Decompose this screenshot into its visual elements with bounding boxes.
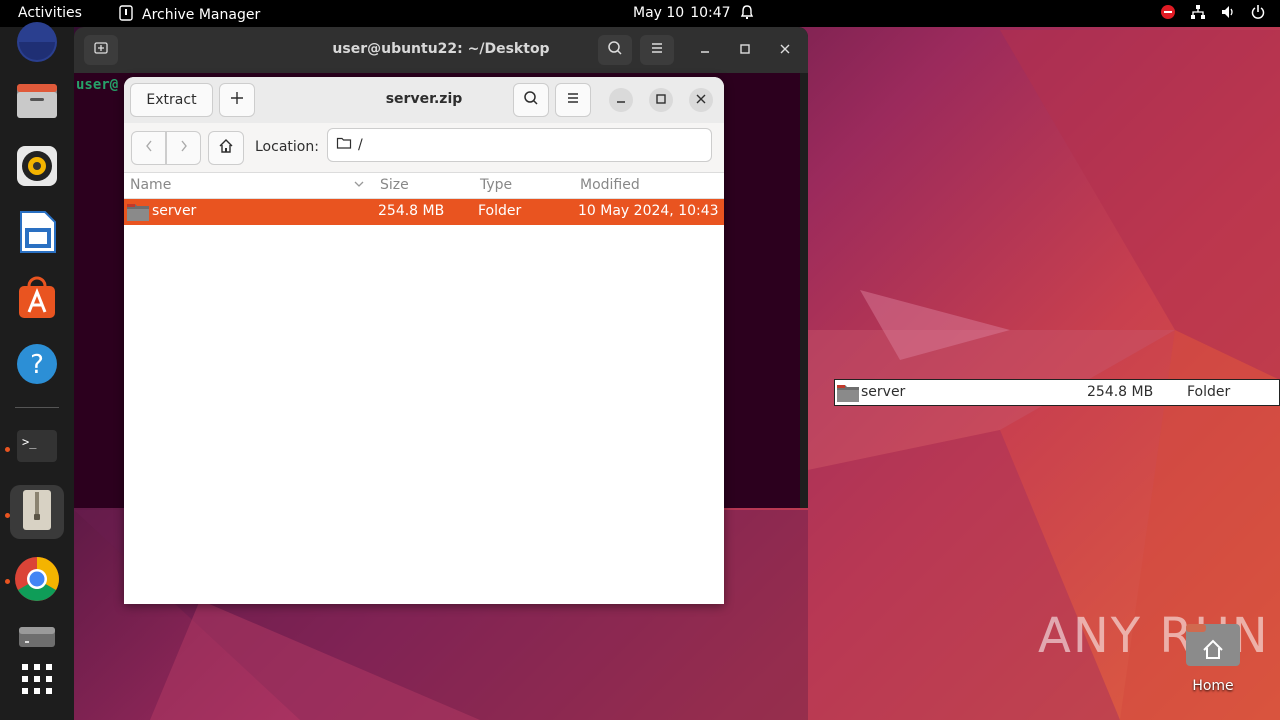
dock-chrome[interactable] xyxy=(10,554,64,608)
archive-close-button[interactable] xyxy=(689,88,713,112)
dock-firefox[interactable] xyxy=(10,17,64,71)
dock-writer[interactable] xyxy=(10,207,64,261)
dock-separator xyxy=(15,407,59,408)
folder-icon xyxy=(836,383,860,407)
archive-minimize-button[interactable] xyxy=(609,88,633,112)
system-status-area[interactable] xyxy=(1160,4,1266,24)
minimize-icon xyxy=(700,42,710,58)
location-value: / xyxy=(358,137,363,153)
column-name[interactable]: Name xyxy=(130,177,171,193)
dock-rhythmbox[interactable] xyxy=(10,141,64,195)
volume-icon xyxy=(1220,4,1236,24)
chevron-down-icon[interactable] xyxy=(353,177,365,195)
terminal-titlebar[interactable]: user@ubuntu22: ~/Desktop xyxy=(74,27,808,73)
chrome-icon xyxy=(13,555,61,607)
close-icon xyxy=(780,42,790,58)
app-grid-icon xyxy=(19,661,55,701)
help-question-icon: ? xyxy=(15,342,59,390)
dock-software[interactable] xyxy=(10,273,64,327)
dock-archive-manager[interactable] xyxy=(10,485,64,539)
drag-item-type: Folder xyxy=(1187,384,1231,400)
app-menu-label: Archive Manager xyxy=(142,7,261,23)
dock: ? >_ xyxy=(0,22,74,720)
back-button[interactable] xyxy=(131,131,166,165)
svg-text:?: ? xyxy=(30,350,44,380)
clock-time: 10:47 xyxy=(690,5,731,21)
forward-button[interactable] xyxy=(166,131,201,165)
rhythmbox-speaker-icon xyxy=(15,144,59,192)
row-type: Folder xyxy=(478,203,522,219)
row-modified: 10 May 2024, 10:43 xyxy=(578,203,719,219)
maximize-icon xyxy=(740,42,750,58)
close-icon xyxy=(696,93,706,107)
archive-maximize-button[interactable] xyxy=(649,88,673,112)
dock-terminal[interactable]: >_ xyxy=(10,421,64,475)
network-icon xyxy=(1190,4,1206,24)
chevron-left-icon xyxy=(144,139,154,157)
zip-icon xyxy=(118,5,134,25)
dock-files[interactable] xyxy=(10,75,64,129)
top-bar: Activities Archive Manager May 10 10:47 xyxy=(0,0,1280,27)
writer-document-icon xyxy=(15,210,59,258)
drag-item[interactable]: server 254.8 MB Folder xyxy=(834,379,1280,406)
archive-manager-window: Extract server.zip Location: / Name Size… xyxy=(124,77,724,604)
archive-manager-icon xyxy=(15,488,59,536)
column-size[interactable]: Size xyxy=(380,177,409,193)
row-name: server xyxy=(152,203,197,219)
terminal-menu-button[interactable] xyxy=(640,35,674,65)
terminal-scrollbar[interactable] xyxy=(800,73,808,508)
do-not-disturb-icon xyxy=(1160,4,1176,24)
files-folder-icon xyxy=(15,78,59,126)
archive-title: server.zip xyxy=(385,91,463,107)
archive-menu-button[interactable] xyxy=(555,83,591,117)
location-bar: Location: / xyxy=(124,123,724,173)
home-icon xyxy=(218,138,234,158)
terminal-icon: >_ xyxy=(15,424,59,472)
terminal-search-button[interactable] xyxy=(598,35,632,65)
software-store-icon xyxy=(15,276,59,324)
terminal-close-button[interactable] xyxy=(774,39,796,61)
search-icon xyxy=(607,40,623,60)
archive-search-button[interactable] xyxy=(513,83,549,117)
drag-item-size: 254.8 MB xyxy=(1087,384,1154,400)
drag-item-name: server xyxy=(861,384,906,400)
terminal-minimize-button[interactable] xyxy=(694,39,716,61)
svg-text:>_: >_ xyxy=(22,435,37,449)
desktop-home-label[interactable]: Home xyxy=(1188,678,1238,694)
column-type[interactable]: Type xyxy=(480,177,512,193)
clock[interactable]: May 10 10:47 xyxy=(633,5,731,21)
firefox-icon xyxy=(15,20,59,68)
maximize-icon xyxy=(656,93,666,107)
column-header: Name Size Type Modified xyxy=(124,173,724,199)
power-icon xyxy=(1250,4,1266,24)
dock-help[interactable]: ? xyxy=(10,339,64,393)
show-applications-button[interactable] xyxy=(10,654,64,708)
bell-icon[interactable] xyxy=(739,4,755,24)
terminal-prompt[interactable]: user@ xyxy=(76,77,118,93)
folder-icon xyxy=(336,135,352,155)
search-icon xyxy=(523,90,539,110)
minimize-icon xyxy=(616,93,626,107)
desktop-home-icon[interactable] xyxy=(1184,620,1242,668)
app-menu[interactable]: Archive Manager xyxy=(118,5,260,25)
location-field[interactable]: / xyxy=(327,128,712,162)
chevron-right-icon xyxy=(179,139,189,157)
home-location-button[interactable] xyxy=(208,131,244,165)
clock-date: May 10 xyxy=(633,5,685,21)
terminal-maximize-button[interactable] xyxy=(734,39,756,61)
hamburger-menu-icon xyxy=(565,90,581,110)
folder-icon xyxy=(126,202,150,226)
column-modified[interactable]: Modified xyxy=(580,177,640,193)
row-size: 254.8 MB xyxy=(378,203,445,219)
location-label: Location: xyxy=(255,139,319,155)
table-row[interactable]: server 254.8 MB Folder 10 May 2024, 10:4… xyxy=(124,199,724,225)
archive-headerbar[interactable]: Extract server.zip xyxy=(124,77,724,123)
hamburger-menu-icon xyxy=(649,40,665,60)
